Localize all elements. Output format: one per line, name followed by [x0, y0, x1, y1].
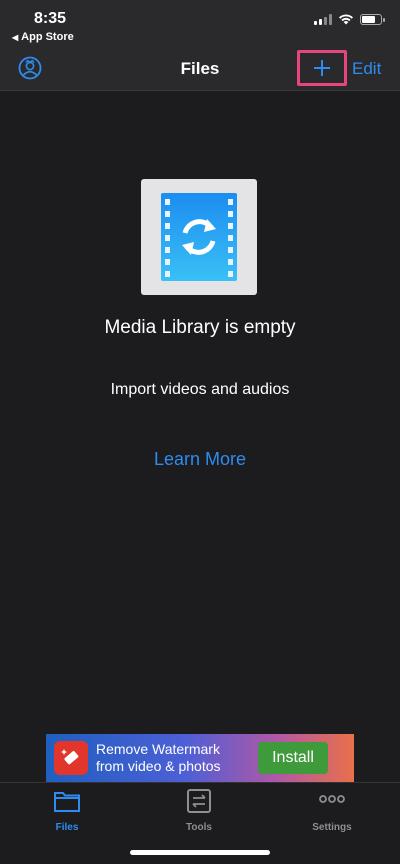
- ad-text-line2: from video & photos: [96, 758, 221, 774]
- status-time: 8:35: [34, 10, 67, 27]
- more-icon: [319, 795, 345, 803]
- back-to-app-button[interactable]: ◀ App Store: [12, 31, 74, 43]
- wifi-icon: [339, 14, 353, 25]
- ad-banner[interactable]: Remove Watermark from video & photos Ins…: [46, 734, 354, 782]
- tab-files-label: Files: [55, 822, 79, 833]
- tab-tools[interactable]: Tools: [159, 789, 239, 833]
- plus-icon: [314, 60, 330, 76]
- learn-more-link[interactable]: Learn More: [0, 449, 400, 470]
- back-app-label: App Store: [21, 31, 74, 43]
- ad-text: Remove Watermark from video & photos: [96, 741, 246, 775]
- back-arrow-icon: ◀: [12, 33, 19, 42]
- add-button[interactable]: [297, 50, 347, 86]
- battery-icon: [360, 13, 385, 25]
- folder-icon: [54, 792, 80, 812]
- tab-tools-label: Tools: [186, 822, 212, 833]
- tab-settings-label: Settings: [312, 822, 352, 833]
- home-indicator: [130, 850, 270, 855]
- empty-title: Media Library is empty: [104, 317, 296, 338]
- status-icons: [314, 13, 385, 25]
- tab-files[interactable]: Files: [27, 789, 107, 833]
- status-bar: 8:35 ◀ App Store: [0, 0, 400, 48]
- ad-text-line1: Remove Watermark: [96, 741, 220, 757]
- video-library-icon: [141, 179, 257, 295]
- tools-icon: [187, 789, 211, 813]
- eraser-icon: [54, 741, 88, 775]
- edit-button[interactable]: Edit: [352, 59, 381, 79]
- empty-subtitle: Import videos and audios: [110, 381, 290, 398]
- tab-settings[interactable]: Settings: [292, 789, 372, 833]
- battery-fill: [362, 15, 375, 23]
- cellular-signal-icon: [314, 13, 332, 25]
- navigation-bar: Files Edit: [0, 48, 400, 91]
- install-button[interactable]: Install: [258, 742, 328, 774]
